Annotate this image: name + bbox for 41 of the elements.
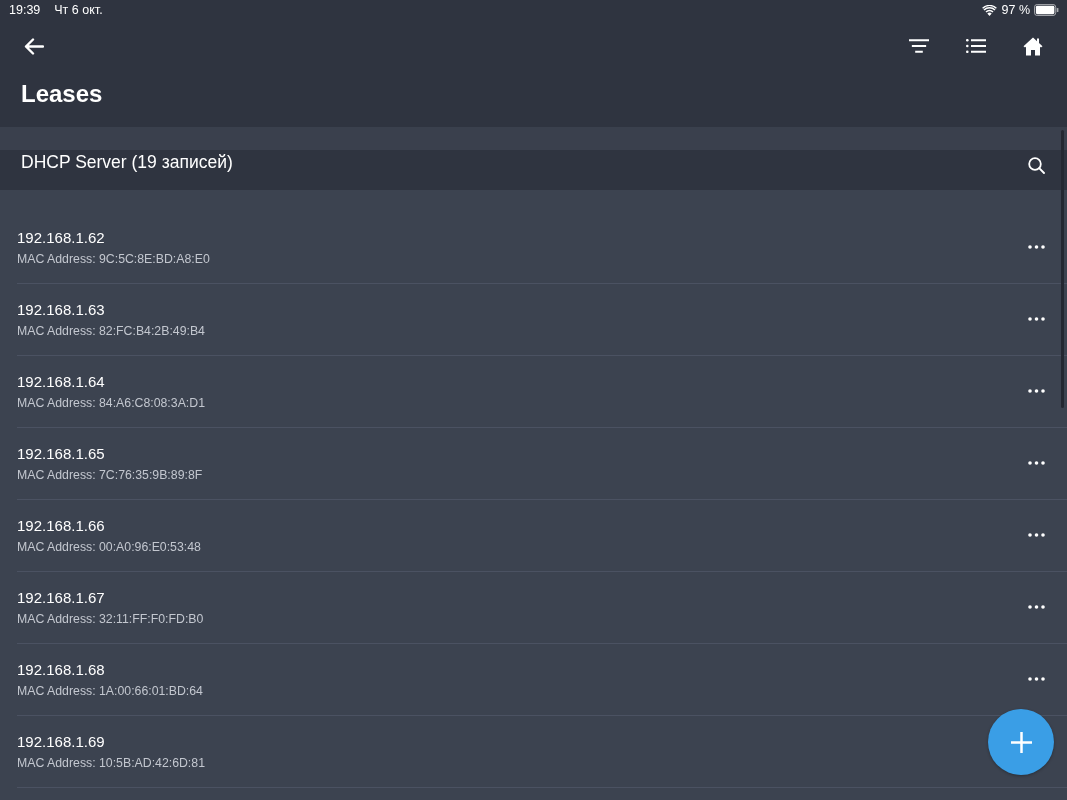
ip-address: 192.168.1.62 <box>17 229 106 247</box>
filter-icon <box>909 39 929 53</box>
lease-row[interactable]: 192.168.1.65 MAC Address: 7C:76:35:9B:89:8F <box>17 428 1067 500</box>
battery-percent: 97 % <box>1001 3 1030 17</box>
ip-address: 192.168.1.67 <box>17 589 106 607</box>
battery-icon <box>1034 4 1059 16</box>
more-dots-icon <box>1028 389 1045 393</box>
more-dots-icon <box>1028 605 1045 609</box>
back-arrow-icon <box>24 37 44 55</box>
plus-icon <box>1010 731 1032 753</box>
ip-address: 192.168.1.63 <box>17 301 106 319</box>
mac-address: MAC Address: 9C:5C:8E:BD:A8:E0 <box>17 251 210 267</box>
page-title: Leases <box>21 80 103 108</box>
more-dots-icon <box>1028 533 1045 537</box>
lease-row[interactable]: 192.168.1.67 MAC Address: 32:11:FF:F0:FD:B0 <box>17 572 1067 644</box>
ip-address: 192.168.1.69 <box>17 733 106 751</box>
ip-address: 192.168.1.66 <box>17 517 106 535</box>
more-dots-icon <box>1028 317 1045 321</box>
mac-address: MAC Address: 10:5B:AD:42:6D:81 <box>17 755 205 771</box>
search-icon <box>1028 157 1045 174</box>
mac-address: MAC Address: 84:A6:C8:08:3A:D1 <box>17 395 205 411</box>
add-button[interactable] <box>988 709 1054 775</box>
ip-address: 192.168.1.68 <box>17 661 106 679</box>
more-dots-icon <box>1028 245 1045 249</box>
mac-address: MAC Address: 00:A0:96:E0:53:48 <box>17 539 201 555</box>
ip-address: 192.168.1.64 <box>17 373 106 391</box>
mac-address: MAC Address: 82:FC:B4:2B:49:B4 <box>17 323 205 339</box>
home-icon <box>1023 36 1043 56</box>
more-dots-icon <box>1028 461 1045 465</box>
ip-address: 192.168.1.65 <box>17 445 106 463</box>
mac-address: MAC Address: 32:11:FF:F0:FD:B0 <box>17 611 204 627</box>
more-dots-icon <box>1028 677 1045 681</box>
list-icon <box>966 39 986 53</box>
mac-address: MAC Address: 7C:76:35:9B:89:8F <box>17 467 203 483</box>
wifi-icon <box>981 4 997 16</box>
status-time: 19:39 <box>9 3 41 17</box>
lease-row[interactable]: 192.168.1.66 MAC Address: 00:A0:96:E0:53:48 <box>17 500 1067 572</box>
section-title: DHCP Server (19 записей) <box>21 152 233 173</box>
mac-address: MAC Address: 1A:00:66:01:BD:64 <box>17 683 203 699</box>
search-button[interactable] <box>1028 157 1045 174</box>
status-date: Чт 6 окт. <box>54 3 103 17</box>
